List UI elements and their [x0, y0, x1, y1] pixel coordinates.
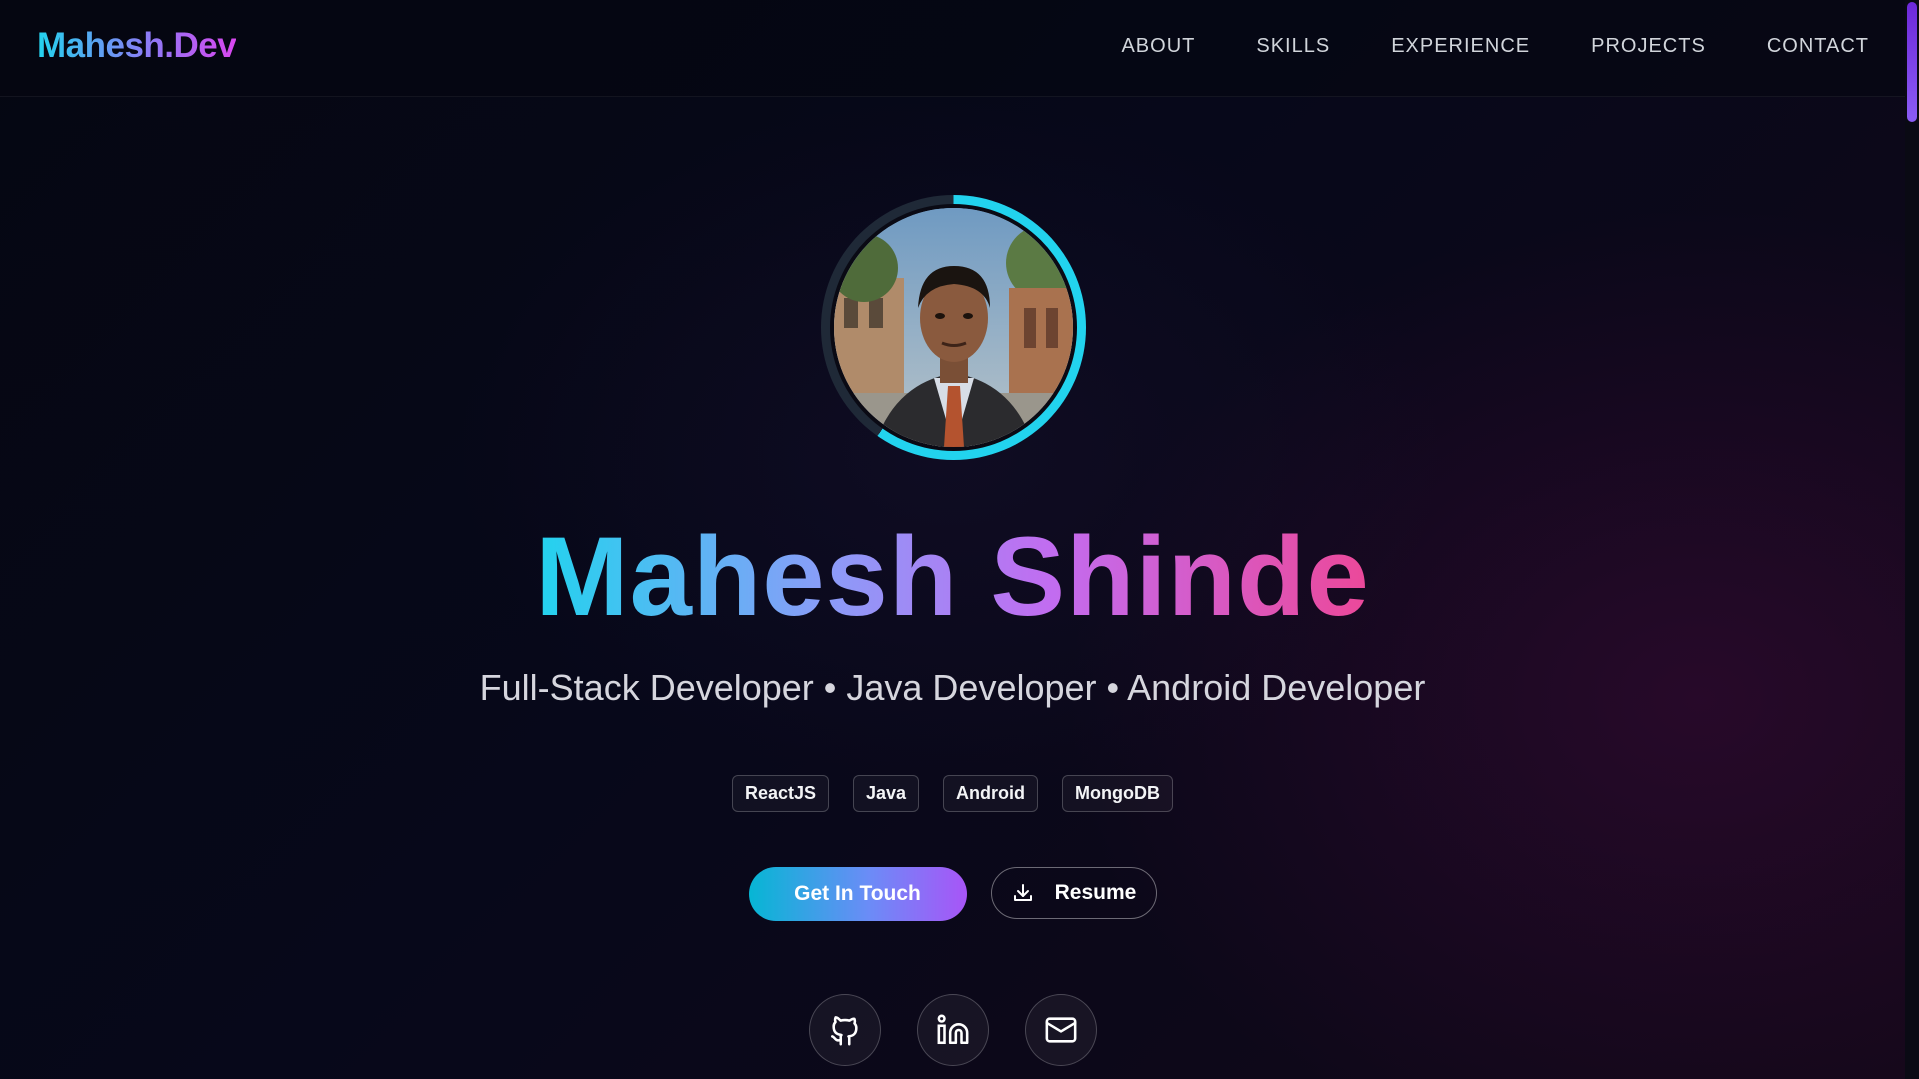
github-icon	[830, 1016, 858, 1046]
hero-name: Mahesh Shinde	[0, 515, 1905, 638]
site-logo[interactable]: Mahesh.Dev	[37, 26, 237, 66]
scrollbar-thumb[interactable]	[1907, 2, 1917, 122]
hero-name-text: Mahesh Shinde	[535, 514, 1370, 639]
profile-photo-illustration	[834, 208, 1073, 447]
nav-projects[interactable]: PROJECTS	[1591, 35, 1706, 58]
avatar	[834, 208, 1073, 447]
avatar-frame	[830, 204, 1077, 451]
nav-about[interactable]: ABOUT	[1121, 35, 1195, 58]
tag-reactjs: ReactJS	[731, 775, 829, 812]
tag-java: Java	[853, 775, 920, 812]
nav-skills[interactable]: SKILLS	[1256, 35, 1330, 58]
nav-links: ABOUT SKILLS EXPERIENCE PROJECTS CONTACT	[1121, 35, 1869, 58]
github-link[interactable]	[808, 994, 881, 1066]
resume-button-label: Resume	[1054, 881, 1137, 904]
hero-actions: Get In Touch Resume	[0, 867, 1905, 921]
nav-contact[interactable]: CONTACT	[1767, 35, 1869, 58]
download-icon	[1013, 884, 1032, 901]
get-in-touch-button[interactable]: Get In Touch	[748, 867, 967, 921]
avatar-ring	[821, 195, 1086, 460]
top-navbar: Mahesh.Dev ABOUT SKILLS EXPERIENCE PROJE…	[0, 0, 1905, 97]
page-scrollbar[interactable]	[1905, 0, 1919, 1079]
email-link[interactable]	[1024, 994, 1097, 1066]
social-links	[0, 994, 1905, 1066]
skill-tags: ReactJS Java Android MongoDB	[0, 775, 1905, 812]
tag-android: Android	[943, 775, 1039, 812]
tag-mongodb: MongoDB	[1062, 775, 1174, 812]
linkedin-icon	[937, 1014, 968, 1045]
hero-tagline: Full-Stack Developer • Java Developer • …	[479, 667, 1426, 708]
linkedin-link[interactable]	[916, 994, 989, 1066]
mail-icon	[1045, 1017, 1076, 1043]
nav-experience[interactable]: EXPERIENCE	[1391, 35, 1530, 58]
page: Mahesh.Dev ABOUT SKILLS EXPERIENCE PROJE…	[0, 0, 1919, 1079]
resume-button[interactable]: Resume	[990, 867, 1157, 919]
